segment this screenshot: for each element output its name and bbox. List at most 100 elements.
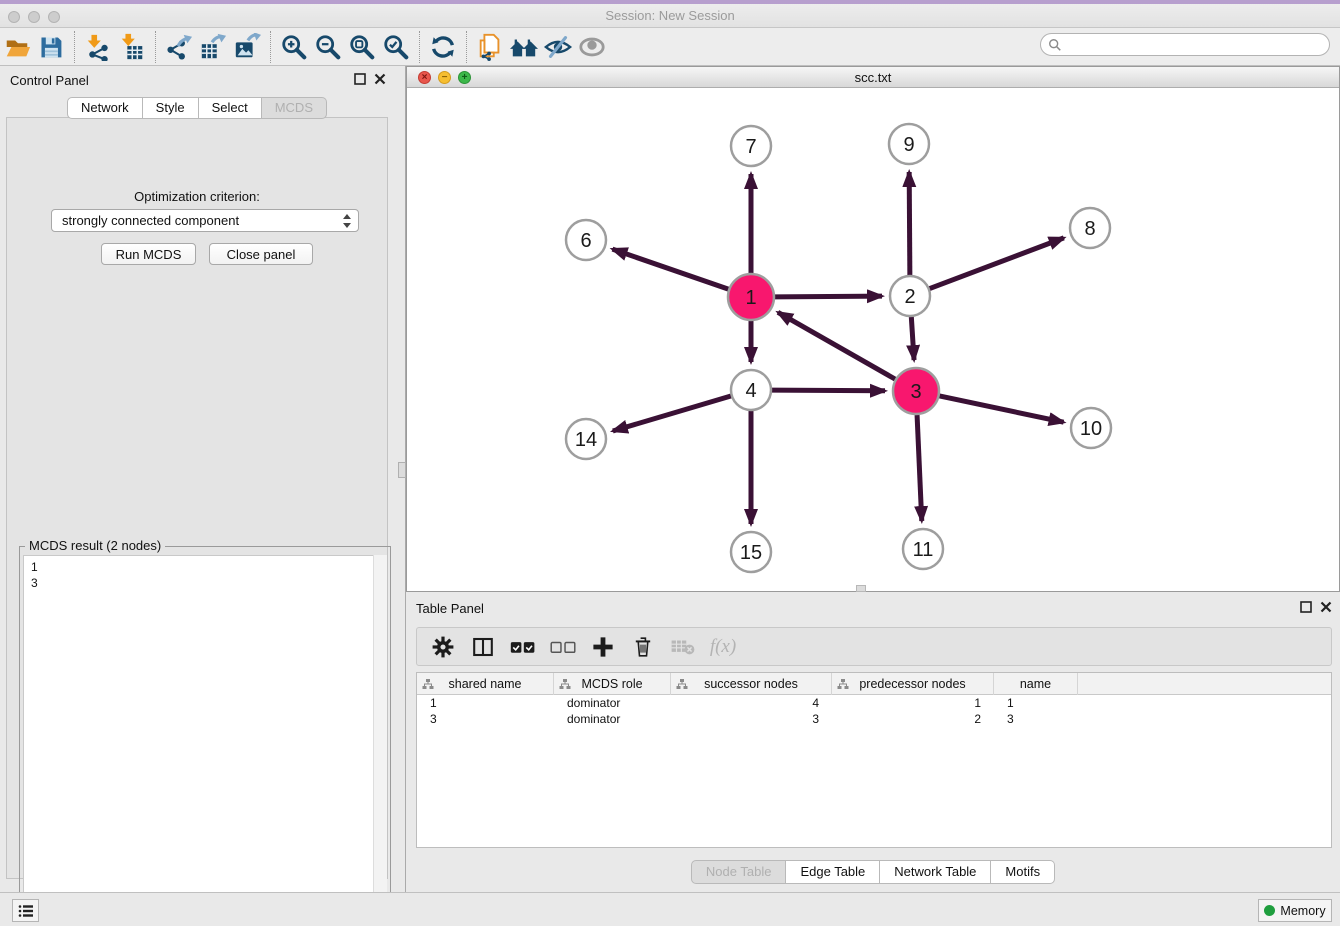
optimization-criterion-label: Optimization criterion: (7, 189, 387, 204)
edge-3-11[interactable] (917, 415, 922, 521)
column-label: name (1020, 677, 1051, 691)
edge-2-8[interactable] (930, 238, 1064, 289)
control-panel-title: Control Panel (10, 73, 89, 88)
search-field[interactable] (1040, 33, 1330, 56)
table-cell[interactable]: 1 (994, 695, 1078, 711)
toolbar-separator (155, 31, 156, 63)
table-cell[interactable]: 2 (832, 711, 994, 727)
task-history-button[interactable] (12, 899, 39, 922)
duplicate-network-icon[interactable] (473, 31, 507, 63)
folder-front (7, 47, 30, 56)
tab-style[interactable]: Style (143, 97, 199, 119)
table-cell[interactable]: 3 (417, 711, 554, 727)
table-settings-icon[interactable] (425, 630, 461, 664)
table-row[interactable]: 1dominator411 (417, 695, 1331, 711)
table-cell[interactable]: 3 (994, 711, 1078, 727)
mcds-result-line: 3 (31, 575, 386, 591)
export-table-icon[interactable] (196, 31, 230, 63)
run-mcds-button[interactable]: Run MCDS (101, 243, 196, 265)
column-header-mcds-role[interactable]: MCDS role (554, 673, 671, 695)
edge-3-1[interactable] (778, 312, 895, 379)
tab-edge-table[interactable]: Edge Table (786, 860, 880, 884)
column-type-icon (422, 678, 434, 690)
tab-node-table[interactable]: Node Table (691, 860, 787, 884)
add-column-icon[interactable] (585, 630, 621, 664)
open-session-icon[interactable] (0, 31, 34, 63)
float-panel-icon[interactable] (354, 73, 366, 85)
table-panel: Table Panel f(x) shared nameMCDS rol (406, 594, 1340, 890)
close-panel-button[interactable]: Close panel (209, 243, 313, 265)
zoom-out-icon[interactable] (311, 31, 345, 63)
zoom-selected-icon[interactable] (379, 31, 413, 63)
result-scrollbar[interactable] (373, 555, 387, 925)
control-panel: Control Panel NetworkStyleSelectMCDS Opt… (0, 66, 394, 882)
column-type-icon (559, 678, 571, 690)
refresh-icon[interactable] (426, 31, 460, 63)
network-canvas[interactable]: 7968124314101511 (407, 88, 1339, 591)
table-cell[interactable]: dominator (554, 711, 671, 727)
table-cell[interactable]: 1 (417, 695, 554, 711)
fx-label: f(x) (710, 636, 736, 658)
save-session-icon[interactable] (34, 31, 68, 63)
tab-network[interactable]: Network (67, 97, 143, 119)
tab-select[interactable]: Select (199, 97, 262, 119)
edge-2-9[interactable] (909, 172, 910, 275)
zoom-in-icon[interactable] (277, 31, 311, 63)
delete-table-icon-disabled (665, 630, 701, 664)
table-cell[interactable]: 1 (832, 695, 994, 711)
import-network-icon[interactable] (81, 31, 115, 63)
node-label-7: 7 (745, 136, 756, 158)
export-image-icon[interactable] (230, 31, 264, 63)
edge-4-3[interactable] (772, 390, 885, 391)
vertical-splitter-handle[interactable] (398, 462, 406, 478)
column-header-successor-nodes[interactable]: successor nodes (671, 673, 832, 695)
export-network-icon[interactable] (162, 31, 196, 63)
toolbar-separator (466, 31, 467, 63)
zoom-fit-icon[interactable] (345, 31, 379, 63)
edge-2-3[interactable] (911, 317, 914, 360)
column-header-predecessor-nodes[interactable]: predecessor nodes (832, 673, 994, 695)
node-label-10: 10 (1080, 418, 1102, 440)
mcds-result-list[interactable]: 13 (23, 555, 387, 925)
tab-mcds[interactable]: MCDS (262, 97, 327, 119)
node-label-8: 8 (1084, 218, 1095, 240)
delete-column-icon[interactable] (625, 630, 661, 664)
memory-button[interactable]: Memory (1258, 899, 1332, 922)
column-header-name[interactable]: name (994, 673, 1078, 695)
edge-3-10[interactable] (939, 396, 1063, 422)
deselect-all-icon[interactable] (545, 630, 581, 664)
status-bar: Memory (0, 892, 1340, 926)
network-window-titlebar[interactable]: × − + scc.txt (407, 67, 1339, 88)
table-cell[interactable]: 3 (671, 711, 832, 727)
close-panel-icon[interactable] (1320, 601, 1332, 613)
tab-network-table[interactable]: Network Table (880, 860, 991, 884)
float-panel-icon[interactable] (1300, 601, 1312, 613)
network-window-title: scc.txt (407, 70, 1339, 85)
optimization-criterion-select[interactable]: strongly connected component (51, 209, 359, 232)
table-cell[interactable]: 4 (671, 695, 832, 711)
edge-4-14[interactable] (613, 396, 731, 431)
table-body: 1dominator4113dominator323 (417, 695, 1331, 727)
main-toolbar (0, 28, 1340, 66)
node-label-1: 1 (745, 287, 756, 309)
node-label-6: 6 (580, 230, 591, 252)
memory-status-dot (1264, 905, 1275, 916)
horizontal-splitter-handle[interactable] (856, 585, 866, 592)
node-label-14: 14 (575, 429, 597, 451)
table-panel-title: Table Panel (416, 601, 484, 616)
home-icon[interactable] (507, 31, 541, 63)
import-table-icon[interactable] (115, 31, 149, 63)
show-columns-icon[interactable] (465, 630, 501, 664)
show-all-icon[interactable] (575, 31, 609, 63)
tab-motifs[interactable]: Motifs (991, 860, 1055, 884)
edge-1-2[interactable] (775, 296, 882, 297)
table-cell[interactable]: dominator (554, 695, 671, 711)
edge-1-6[interactable] (612, 249, 728, 289)
select-all-icon[interactable] (505, 630, 541, 664)
column-header-shared-name[interactable]: shared name (417, 673, 554, 695)
close-panel-icon[interactable] (374, 73, 386, 85)
hide-selected-icon[interactable] (541, 31, 575, 63)
node-label-15: 15 (740, 542, 762, 564)
table-row[interactable]: 3dominator323 (417, 711, 1331, 727)
search-input[interactable] (1062, 38, 1312, 52)
